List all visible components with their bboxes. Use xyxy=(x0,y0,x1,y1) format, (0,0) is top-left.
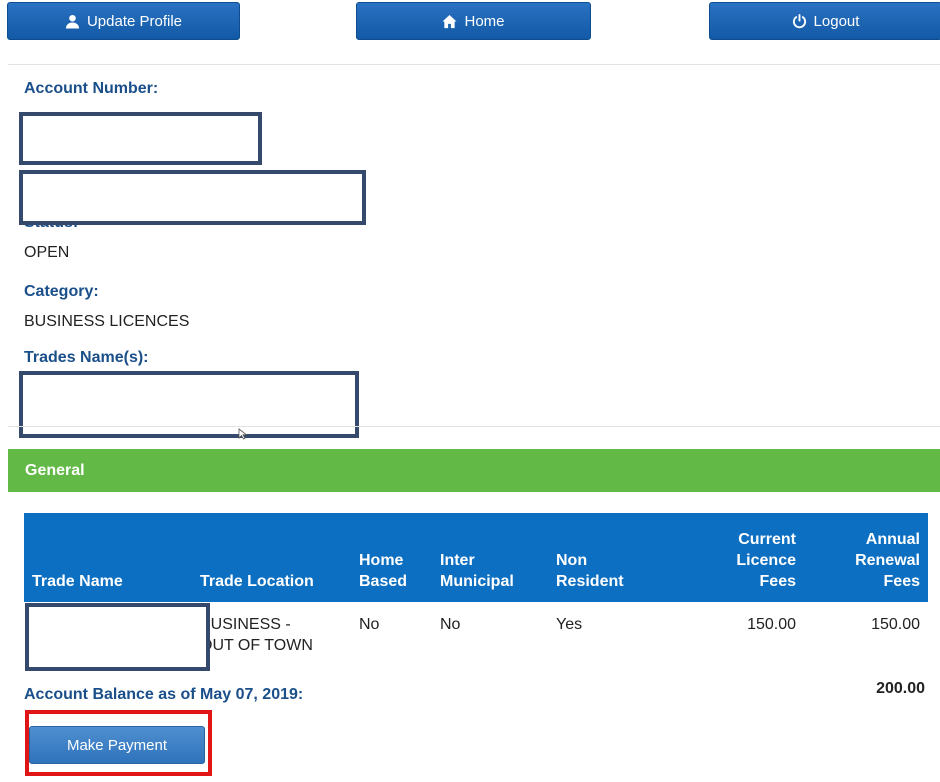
col-home-based[interactable]: Home Based xyxy=(351,513,432,602)
trades-names-redaction xyxy=(19,371,359,438)
general-section-title: General xyxy=(25,461,85,479)
col-current-licence-fees[interactable]: Current Licence Fees xyxy=(690,513,804,602)
home-icon xyxy=(442,14,458,28)
cell-current-licence-fees: 150.00 xyxy=(747,616,796,633)
category-value: BUSINESS LICENCES xyxy=(24,313,190,330)
cell-inter-municipal: No xyxy=(440,616,461,633)
table-header-row: Trade Name Trade Location Home Based Int… xyxy=(24,513,928,602)
update-profile-label: Update Profile xyxy=(86,12,183,30)
account-number-redaction xyxy=(19,112,262,165)
col-trade-location[interactable]: Trade Location xyxy=(192,513,351,602)
col-non-resident[interactable]: Non Resident xyxy=(548,513,690,602)
trade-name-redaction xyxy=(25,603,210,671)
power-icon xyxy=(792,13,806,28)
general-section-header: General xyxy=(8,449,940,492)
col-trade-name[interactable]: Trade Name xyxy=(24,513,192,602)
home-button[interactable]: Home xyxy=(356,2,591,40)
logout-button[interactable]: Logout xyxy=(709,2,940,40)
account-name-redaction xyxy=(19,170,366,225)
cell-annual-renewal-fees: 150.00 xyxy=(871,616,920,633)
account-number-label: Account Number: xyxy=(24,80,159,97)
make-payment-button[interactable]: Make Payment xyxy=(29,726,205,764)
update-profile-button[interactable]: Update Profile xyxy=(7,2,240,40)
mouse-cursor-icon xyxy=(238,428,248,440)
category-label: Category: xyxy=(24,283,99,300)
user-icon xyxy=(65,14,80,29)
cell-home-based: No xyxy=(359,616,380,633)
account-balance-label: Account Balance as of May 07, 2019: xyxy=(24,686,304,703)
section-divider xyxy=(8,426,940,427)
account-balance-value: 200.00 xyxy=(876,680,925,697)
col-inter-municipal[interactable]: Inter Municipal xyxy=(432,513,548,602)
make-payment-label: Make Payment xyxy=(66,736,168,754)
status-value: OPEN xyxy=(24,244,70,261)
home-label: Home xyxy=(464,12,505,30)
cell-trade-location: BUSINESS - OUT OF TOWN xyxy=(200,616,313,654)
col-annual-renewal-fees[interactable]: Annual Renewal Fees xyxy=(804,513,928,602)
logout-label: Logout xyxy=(813,12,860,30)
cell-non-resident: Yes xyxy=(556,616,583,633)
trades-names-label: Trades Name(s): xyxy=(24,349,149,366)
top-divider xyxy=(8,64,940,65)
